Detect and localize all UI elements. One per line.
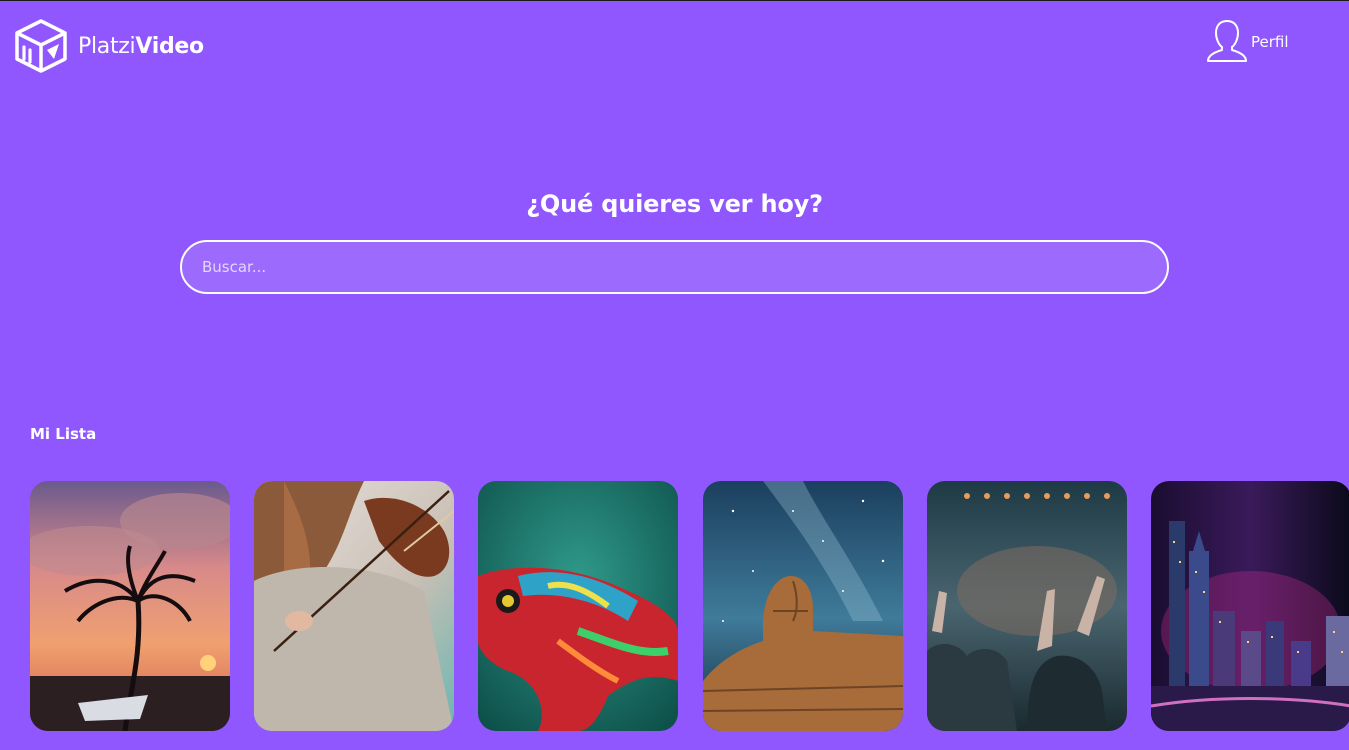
sphinx-night-sky-thumbnail xyxy=(703,481,903,731)
concert-crowd-thumbnail xyxy=(927,481,1127,731)
profile-menu[interactable]: Perfil xyxy=(1205,18,1289,64)
chameleon-thumbnail xyxy=(478,481,678,731)
profile-label: Perfil xyxy=(1251,33,1289,51)
carousel-item[interactable] xyxy=(30,481,230,731)
logo-cube-icon xyxy=(15,19,67,73)
logo-wordmark-bold: Video xyxy=(135,33,204,59)
my-list-title: Mi Lista xyxy=(30,425,97,443)
carousel-item[interactable] xyxy=(478,481,678,731)
user-icon xyxy=(1207,20,1247,62)
logo-wordmark-light: Platzi xyxy=(78,33,136,59)
app-header: PlatziVideo Perfil xyxy=(0,0,1349,90)
city-skyline-night-thumbnail xyxy=(1151,481,1349,731)
logo-wordmark: PlatziVideo xyxy=(78,34,204,59)
carousel-item[interactable] xyxy=(927,481,1127,731)
carousel-item[interactable] xyxy=(703,481,903,731)
my-list-carousel xyxy=(30,481,1349,731)
violin-player-thumbnail xyxy=(254,481,454,731)
carousel-item[interactable] xyxy=(254,481,454,731)
beach-sunset-thumbnail xyxy=(30,481,230,731)
hero-title: ¿Qué quieres ver hoy? xyxy=(526,190,823,218)
carousel-item[interactable] xyxy=(1151,481,1349,731)
platzivideo-logo[interactable]: PlatziVideo xyxy=(14,19,204,73)
search-input[interactable] xyxy=(180,240,1169,294)
